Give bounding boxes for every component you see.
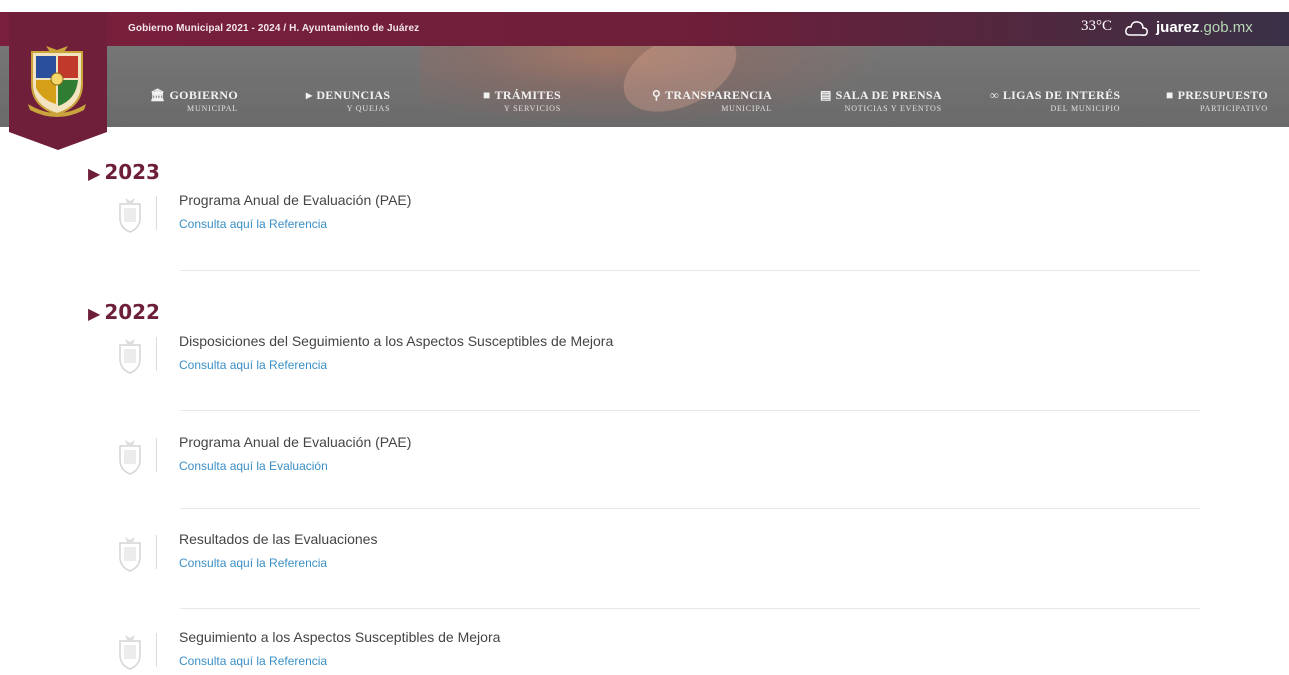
year-heading-2022: ▶ 2022 xyxy=(88,300,160,324)
nav-sublabel: MUNICIPAL xyxy=(187,104,238,113)
entry-title: Programa Anual de Evaluación (PAE) xyxy=(179,192,412,208)
nav-item-presupuesto[interactable]: ■ PRESUPUESTO PARTICIPATIVO xyxy=(1166,88,1268,113)
divider xyxy=(180,410,1200,411)
domain-suffix: .gob.mx xyxy=(1199,19,1253,36)
nav-label: SALA DE PRENSA xyxy=(835,88,942,102)
entry-title: Programa Anual de Evaluación (PAE) xyxy=(179,434,412,450)
building-icon: 🏛︎ xyxy=(150,88,166,102)
nav-sublabel: Y SERVICIOS xyxy=(504,104,561,113)
document-seal-icon xyxy=(119,440,141,475)
nav-item-transparencia[interactable]: ⚲ TRANSPARENCIA MUNICIPAL xyxy=(652,88,772,113)
nav-item-tramites[interactable]: ■ TRÁMITES Y SERVICIOS xyxy=(483,88,561,113)
entry-link[interactable]: Consulta aquí la Evaluación xyxy=(179,459,328,473)
divider xyxy=(180,270,1200,271)
year-heading-2023: ▶ 2023 xyxy=(88,160,160,184)
year-label: 2022 xyxy=(104,300,160,324)
domain-main: juarez xyxy=(1156,19,1200,36)
nav-label: LIGAS DE INTERÉS xyxy=(1002,88,1121,102)
newspaper-icon: ▤ xyxy=(820,88,832,102)
divider-vertical xyxy=(156,535,157,569)
link-icon: ∞ xyxy=(990,88,999,102)
triangle-right-icon: ▶ xyxy=(88,164,101,183)
document-seal-icon xyxy=(119,339,141,374)
nav-sublabel: MUNICIPAL xyxy=(721,104,773,113)
cloud-icon xyxy=(1124,18,1150,40)
divider-vertical xyxy=(156,337,157,371)
divider-vertical xyxy=(156,633,157,667)
nav-label: PRESUPUESTO xyxy=(1177,88,1268,102)
nav-label: TRANSPARENCIA xyxy=(665,88,773,102)
document-seal-icon xyxy=(119,537,141,572)
nav-item-ligas-de-interes[interactable]: ∞ LIGAS DE INTERÉS DEL MUNICIPIO xyxy=(990,88,1120,113)
megaphone-icon: ▸︎ xyxy=(306,88,313,102)
nav-sublabel: PARTICIPATIVO xyxy=(1199,104,1268,113)
search-icon: ⚲ xyxy=(652,88,662,102)
temperature: 33°C xyxy=(1081,18,1113,34)
divider-vertical xyxy=(156,438,157,472)
document-seal-icon xyxy=(119,198,141,233)
year-label: 2023 xyxy=(104,160,160,184)
nav-label: DENUNCIAS xyxy=(316,88,391,102)
entry-title: Disposiciones del Seguimiento a los Aspe… xyxy=(179,333,614,349)
nav-item-sala-de-prensa[interactable]: ▤ SALA DE PRENSA NOTICIAS Y EVENTOS xyxy=(820,88,942,113)
nav-item-denuncias[interactable]: ▸︎ DENUNCIAS Y QUEJAS xyxy=(306,88,390,113)
book-icon: ■ xyxy=(483,88,491,102)
entry-title: Resultados de las Evaluaciones xyxy=(179,531,378,547)
entry-title: Seguimiento a los Aspectos Susceptibles … xyxy=(179,629,501,645)
document-seal-icon xyxy=(119,635,141,670)
nav-sublabel: NOTICIAS Y EVENTOS xyxy=(844,104,942,113)
main-nav: 🏛︎ GOBIERNO MUNICIPAL ▸︎ DENUNCIAS Y QUEJA… xyxy=(0,46,1289,127)
entry-link[interactable]: Consulta aquí la Referencia xyxy=(179,217,327,231)
top-bar: Gobierno Municipal 2021 - 2024 / H. Ayun… xyxy=(0,12,1289,46)
entry-link[interactable]: Consulta aquí la Referencia xyxy=(179,556,327,570)
site-domain-link[interactable]: juarez.gob.mx xyxy=(1156,19,1253,36)
coat-of-arms-logo[interactable] xyxy=(24,44,90,118)
nav-sublabel: Y QUEJAS xyxy=(346,104,391,113)
government-text: Gobierno Municipal 2021 - 2024 / H. Ayun… xyxy=(128,23,420,34)
nav-item-gobierno[interactable]: 🏛︎ GOBIERNO MUNICIPAL xyxy=(150,88,238,113)
divider-vertical xyxy=(156,196,157,230)
book-icon: ■ xyxy=(1166,88,1174,102)
entry-link[interactable]: Consulta aquí la Referencia xyxy=(179,358,327,372)
nav-label: GOBIERNO xyxy=(169,88,238,102)
divider xyxy=(180,508,1200,509)
divider xyxy=(180,608,1200,609)
nav-sublabel: DEL MUNICIPIO xyxy=(1050,104,1121,113)
nav-label: TRÁMITES xyxy=(494,88,561,102)
triangle-right-icon: ▶ xyxy=(88,304,101,323)
entry-link[interactable]: Consulta aquí la Referencia xyxy=(179,654,327,668)
